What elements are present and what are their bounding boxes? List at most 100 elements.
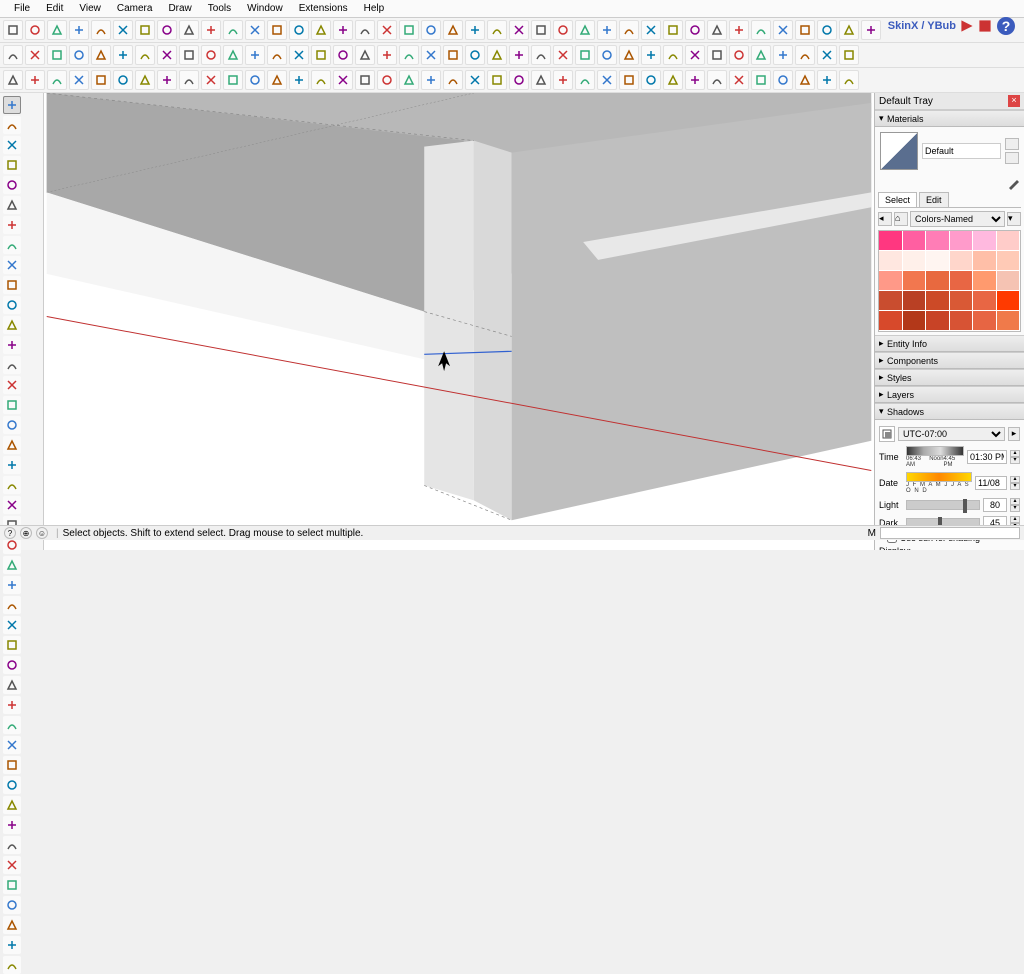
time-slider[interactable]	[906, 446, 964, 456]
toolbar-button[interactable]	[245, 20, 265, 40]
date-slider[interactable]	[906, 472, 972, 482]
tool-button[interactable]	[3, 776, 21, 794]
toolbar-button[interactable]	[223, 70, 243, 90]
toolbar-button[interactable]	[443, 70, 463, 90]
tool-button[interactable]	[3, 676, 21, 694]
toolbar-button[interactable]	[619, 20, 639, 40]
toolbar-button[interactable]	[179, 45, 199, 65]
toolbar-button[interactable]	[47, 70, 67, 90]
toolbar-button[interactable]	[685, 20, 705, 40]
toolbar-button[interactable]	[399, 20, 419, 40]
toolbar-button[interactable]	[201, 45, 221, 65]
toolbar-button[interactable]	[443, 45, 463, 65]
material-collection-select[interactable]: Colors-Named	[910, 211, 1005, 227]
date-up[interactable]: ▴	[1010, 476, 1020, 483]
tool-button[interactable]	[3, 416, 21, 434]
toolbar-button[interactable]	[729, 70, 749, 90]
toolbar-button[interactable]	[553, 20, 573, 40]
toolbar-button[interactable]	[795, 20, 815, 40]
material-send-icon[interactable]	[1005, 138, 1019, 150]
toolbar-button[interactable]	[817, 70, 837, 90]
light-value[interactable]	[983, 498, 1007, 512]
shadow-toggle-icon[interactable]	[879, 426, 895, 442]
toolbar-button[interactable]	[575, 45, 595, 65]
toolbar-button[interactable]	[3, 70, 23, 90]
toolbar-button[interactable]	[707, 70, 727, 90]
toolbar-button[interactable]	[311, 20, 331, 40]
toolbar-button[interactable]	[641, 70, 661, 90]
material-create-icon[interactable]	[1005, 152, 1019, 164]
tool-button[interactable]	[3, 456, 21, 474]
toolbar-button[interactable]	[707, 20, 727, 40]
toolbar-button[interactable]	[861, 20, 881, 40]
tool-button[interactable]	[3, 756, 21, 774]
tool-button[interactable]	[3, 836, 21, 854]
toolbar-button[interactable]	[751, 45, 771, 65]
date-down[interactable]: ▾	[1010, 483, 1020, 490]
toolbar-button[interactable]	[179, 20, 199, 40]
toolbar-button[interactable]	[751, 20, 771, 40]
toolbar-button[interactable]	[377, 20, 397, 40]
tool-button[interactable]	[3, 116, 21, 134]
toolbar-button[interactable]	[157, 45, 177, 65]
eyedropper-icon[interactable]	[1007, 176, 1021, 190]
help-icon[interactable]: ?	[996, 16, 1016, 36]
panel-shadows-header[interactable]: ▾Shadows	[875, 403, 1024, 420]
toolbar-button[interactable]	[3, 45, 23, 65]
toolbar-button[interactable]	[135, 20, 155, 40]
tool-button[interactable]	[3, 616, 21, 634]
toolbar-button[interactable]	[795, 70, 815, 90]
menu-camera[interactable]: Camera	[109, 1, 161, 16]
toolbar-button[interactable]	[289, 70, 309, 90]
info-icon[interactable]: ?	[4, 527, 16, 539]
back-icon[interactable]: ◂	[878, 212, 892, 226]
toolbar-button[interactable]	[113, 70, 133, 90]
menu-view[interactable]: View	[71, 1, 109, 16]
tool-button[interactable]	[3, 816, 21, 834]
toolbar-button[interactable]	[91, 70, 111, 90]
color-swatch[interactable]	[973, 231, 997, 251]
toolbar-button[interactable]	[839, 45, 859, 65]
color-swatch[interactable]	[926, 231, 950, 251]
toolbar-button[interactable]	[663, 20, 683, 40]
color-swatch[interactable]	[903, 251, 927, 271]
toolbar-button[interactable]	[553, 45, 573, 65]
color-swatch[interactable]	[926, 271, 950, 291]
toolbar-button[interactable]	[465, 20, 485, 40]
toolbar-button[interactable]	[553, 70, 573, 90]
tool-button[interactable]	[3, 876, 21, 894]
menu-edit[interactable]: Edit	[38, 1, 71, 16]
toolbar-button[interactable]	[3, 20, 23, 40]
toolbar-button[interactable]	[509, 45, 529, 65]
toolbar-button[interactable]	[729, 45, 749, 65]
home-icon[interactable]: ⌂	[894, 212, 908, 226]
toolbar-button[interactable]	[377, 70, 397, 90]
color-swatch[interactable]	[903, 311, 927, 331]
panel-styles-header[interactable]: ▸Styles	[875, 369, 1024, 386]
tool-button[interactable]	[3, 216, 21, 234]
tool-button[interactable]	[3, 596, 21, 614]
toolbar-button[interactable]	[817, 20, 837, 40]
tool-button[interactable]	[3, 196, 21, 214]
toolbar-button[interactable]	[751, 70, 771, 90]
color-swatch[interactable]	[997, 311, 1021, 331]
toolbar-button[interactable]	[201, 20, 221, 40]
toolbar-button[interactable]	[135, 70, 155, 90]
toolbar-button[interactable]	[355, 70, 375, 90]
tool-button[interactable]	[3, 396, 21, 414]
color-swatch[interactable]	[950, 271, 974, 291]
menu-draw[interactable]: Draw	[160, 1, 199, 16]
toolbar-button[interactable]	[91, 45, 111, 65]
tool-button[interactable]	[3, 556, 21, 574]
tool-button[interactable]	[3, 896, 21, 914]
toolbar-button[interactable]	[91, 20, 111, 40]
material-preview-swatch[interactable]	[880, 132, 918, 170]
menu-help[interactable]: Help	[356, 1, 393, 16]
toolbar-button[interactable]	[69, 45, 89, 65]
close-icon[interactable]: ×	[1008, 95, 1020, 107]
color-swatch[interactable]	[879, 251, 903, 271]
toolbar-button[interactable]	[487, 45, 507, 65]
menu-window[interactable]: Window	[239, 1, 291, 16]
color-swatch[interactable]	[997, 271, 1021, 291]
play-icon[interactable]	[960, 19, 974, 33]
